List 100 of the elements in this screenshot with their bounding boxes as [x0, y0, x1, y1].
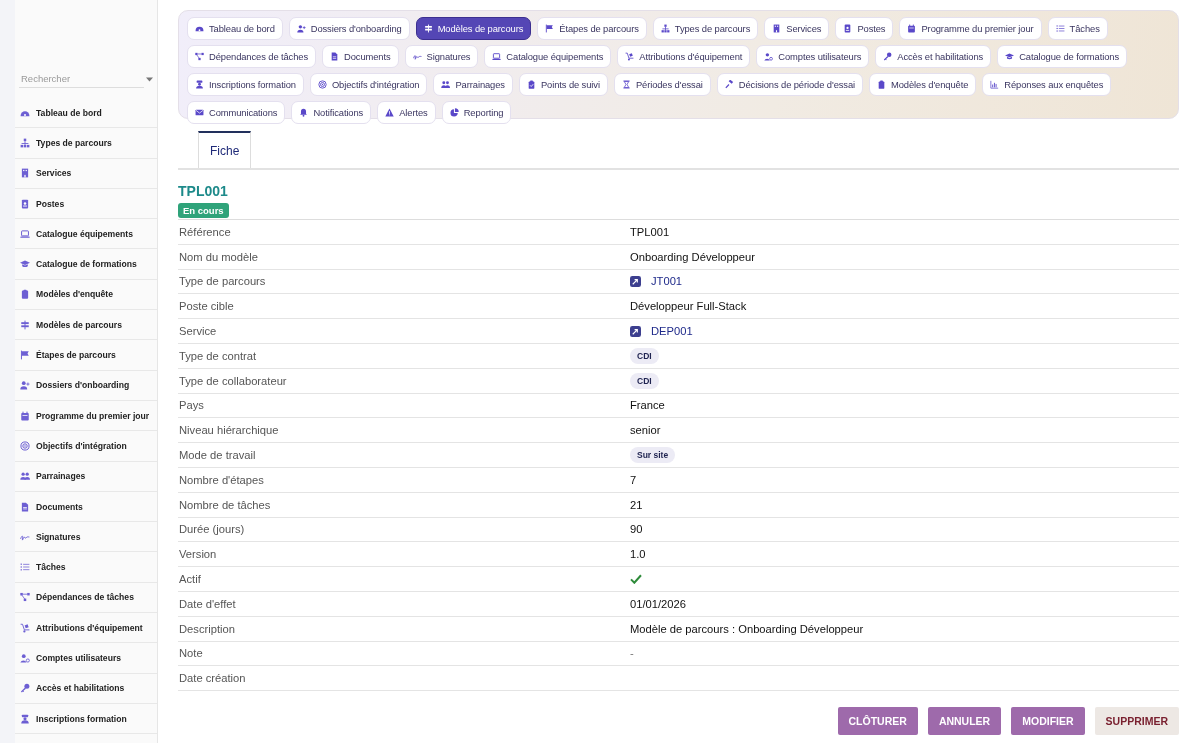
- nav-button[interactable]: Tâches: [1047, 17, 1108, 40]
- nav-button[interactable]: Alertes: [377, 101, 436, 124]
- id-badge-icon: [20, 198, 30, 209]
- tab[interactable]: Fiche: [198, 131, 252, 168]
- field-value: Développeur Full-Stack: [630, 300, 747, 313]
- nav-button[interactable]: Accès et habilitations: [875, 45, 992, 68]
- graduation-cap-icon: [20, 259, 30, 270]
- users-icon: [20, 471, 30, 482]
- nav-button[interactable]: Dépendances de tâches: [187, 45, 316, 68]
- sidebar-item[interactable]: Dossiers d'onboarding: [15, 370, 157, 401]
- search-field[interactable]: Rechercher: [19, 70, 144, 88]
- nav-button[interactable]: Modèles de parcours: [415, 17, 532, 40]
- nav-button[interactable]: Catalogue équipements: [484, 45, 612, 68]
- target-icon: [20, 440, 30, 451]
- flag-icon: [20, 350, 30, 360]
- nav-button[interactable]: Attributions d'équipement: [617, 45, 751, 68]
- nav-button[interactable]: Reporting: [441, 101, 512, 124]
- sidebar-item[interactable]: Postes: [15, 188, 157, 220]
- value-tag: Sur site: [630, 447, 676, 464]
- user-plus-icon: [20, 380, 30, 391]
- signpost-icon: [20, 319, 30, 330]
- flag-icon: [545, 24, 555, 33]
- field-label: Type de parcours: [178, 275, 267, 288]
- nav-button[interactable]: Points de suivi: [518, 73, 608, 96]
- field-value: 21: [630, 498, 643, 511]
- field-value: France: [630, 399, 665, 412]
- sidebar-item[interactable]: Attributions d'équipement: [15, 613, 157, 644]
- nav-button[interactable]: Notifications: [291, 101, 372, 124]
- field-label: Date d'effet: [178, 597, 237, 610]
- envelope-icon: [195, 108, 204, 117]
- action-button[interactable]: MODIFIER: [1011, 707, 1085, 736]
- action-button[interactable]: CLÔTURER: [837, 707, 918, 736]
- nav-button[interactable]: Étapes de parcours: [537, 17, 647, 40]
- nav-button[interactable]: Signatures: [404, 45, 479, 68]
- field-label: Actif: [178, 573, 202, 586]
- field-value: 90: [630, 523, 643, 536]
- nav-button[interactable]: Parrainages: [433, 73, 513, 96]
- sidebar-item[interactable]: Accès et habilitations: [15, 673, 157, 704]
- clipboard-icon: [20, 289, 30, 300]
- sidebar-item[interactable]: Catalogue de formations: [15, 249, 157, 280]
- nav-button[interactable]: Comptes utilisateurs: [756, 45, 870, 68]
- nav-button[interactable]: Programme du premier jour: [899, 17, 1042, 40]
- nav-button[interactable]: Types de parcours: [652, 17, 759, 40]
- caret-icon: [146, 76, 153, 82]
- field-value: 7: [630, 473, 637, 486]
- status-badge: En cours: [178, 203, 229, 218]
- sidebar-item[interactable]: Étapes de parcours: [15, 340, 157, 371]
- record-link[interactable]: DEP001: [651, 325, 693, 338]
- nav-button[interactable]: Postes: [835, 17, 894, 40]
- user-gear-icon: [20, 653, 30, 663]
- sidebar-item[interactable]: Inscriptions formation: [15, 703, 157, 735]
- sidebar-item[interactable]: Modèles d'enquête: [15, 279, 157, 311]
- nav-button[interactable]: Documents: [322, 45, 399, 68]
- graduation-cap-icon: [1005, 52, 1015, 61]
- users-icon: [441, 80, 451, 89]
- field-value: Modèle de parcours : Onboarding Développeur: [630, 622, 864, 635]
- field-label: Type de contrat: [178, 349, 258, 362]
- signpost-icon: [423, 24, 433, 33]
- action-button[interactable]: ANNULER: [927, 707, 1002, 736]
- field-value: senior: [630, 424, 661, 437]
- sidebar-item[interactable]: Objectifs d'intégration: [15, 431, 157, 462]
- nodes-icon: [195, 52, 204, 61]
- building-icon: [20, 168, 30, 179]
- sidebar-item[interactable]: Tableau de bord: [15, 98, 157, 129]
- nav-button[interactable]: Services: [764, 17, 830, 40]
- nav-button[interactable]: Objectifs d'intégration: [309, 73, 428, 96]
- target-icon: [317, 80, 327, 89]
- action-button[interactable]: SUPPRIMER: [1094, 707, 1179, 736]
- field-label: Note: [178, 647, 204, 660]
- sidebar-item[interactable]: Documents: [15, 491, 157, 523]
- field-label: Nom du modèle: [178, 250, 259, 263]
- sidebar-item[interactable]: Catalogue équipements: [15, 219, 157, 250]
- laptop-icon: [492, 52, 502, 61]
- field-label: Durée (jours): [178, 523, 246, 536]
- key-icon: [20, 683, 30, 694]
- nav-button[interactable]: Périodes d'essai: [613, 73, 711, 96]
- nav-button[interactable]: Modèles d'enquête: [869, 73, 977, 96]
- warning-icon: [385, 108, 395, 117]
- sidebar-item[interactable]: Types de parcours: [15, 128, 157, 159]
- nav-button[interactable]: Inscriptions formation: [187, 73, 304, 96]
- nav-button[interactable]: Réponses aux enquêtes: [982, 73, 1112, 96]
- nav-button[interactable]: Dossiers d'onboarding: [288, 17, 410, 40]
- field-label: Description: [178, 622, 236, 635]
- nav-button[interactable]: Décisions de période d'essai: [716, 73, 864, 96]
- field-label: Version: [178, 548, 218, 561]
- sidebar-item[interactable]: Signatures: [15, 522, 157, 553]
- sidebar-item[interactable]: Programme du premier jour: [15, 400, 157, 432]
- sidebar-item[interactable]: Tâches: [15, 552, 157, 583]
- nav-button[interactable]: Catalogue de formations: [997, 45, 1127, 68]
- sidebar-item[interactable]: Services: [15, 158, 157, 189]
- sidebar-item[interactable]: Parrainages: [15, 461, 157, 492]
- field-label: Service: [178, 325, 218, 338]
- record-link[interactable]: JT001: [651, 275, 683, 288]
- calendar-icon: [907, 24, 917, 33]
- nav-button[interactable]: Tableau de bord: [187, 17, 283, 40]
- teacher-icon: [20, 713, 30, 724]
- sidebar-item[interactable]: Dépendances de tâches: [15, 582, 157, 614]
- sidebar-item[interactable]: Comptes utilisateurs: [15, 643, 157, 674]
- sidebar-item[interactable]: Modèles de parcours: [15, 310, 157, 341]
- nav-button[interactable]: Communications: [187, 101, 286, 124]
